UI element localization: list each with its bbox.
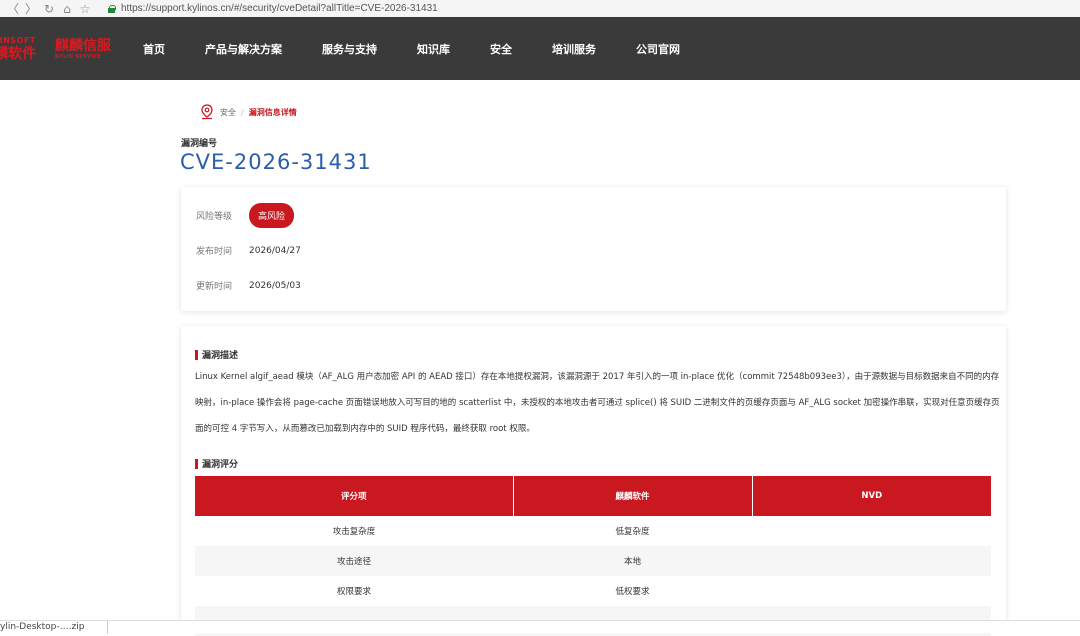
download-item[interactable]: ylin-Desktop-….zip	[0, 620, 108, 634]
table-cell: 攻击复杂度	[332, 527, 376, 537]
forward-icon[interactable]: 〉	[22, 0, 40, 17]
breadcrumb-current: 漏洞信息详情	[248, 107, 297, 117]
risk-level-label: 风险等级	[196, 212, 233, 222]
nav-item-knowledge[interactable]: 知识库	[417, 41, 450, 57]
lock-icon	[108, 4, 116, 13]
table-row: 权限要求 低权要求	[195, 576, 991, 606]
nav-item-official-site[interactable]: 公司官网	[636, 41, 680, 57]
score-table: 评分项 麒麟软件 NVD 攻击复杂度 低复杂度 攻击途径 本地 权限要求 低权要…	[195, 476, 991, 636]
breadcrumb-separator: /	[241, 107, 244, 117]
score-heading: 漏洞评分	[195, 457, 238, 470]
description-line: 映射，in-place 操作会将 page-cache 页面错误地放入可写目的地…	[195, 398, 1000, 408]
browser-toolbar: 〈 〉 ↻ ⌂ ☆ https://support.kylinos.cn/#/s…	[0, 0, 1080, 17]
table-cell	[752, 546, 991, 576]
home-icon[interactable]: ⌂	[58, 2, 76, 16]
logo-text: KYLIN SERVICE	[55, 54, 102, 60]
nav-item-home[interactable]: 首页	[143, 41, 165, 57]
table-cell: 本地	[513, 546, 752, 576]
updated-value: 2026/05/03	[249, 280, 301, 291]
updated-row: 更新时间 2026/05/03	[196, 279, 301, 293]
reload-icon[interactable]: ↻	[40, 2, 58, 16]
address-bar[interactable]: https://support.kylinos.cn/#/security/cv…	[121, 3, 438, 14]
logo-text: 麒麟信服	[55, 38, 111, 54]
site-header: LINSOFT 麟软件 麒麟信服 KYLIN SERVICE 首页 产品与解决方…	[0, 17, 1080, 80]
location-pin-icon	[201, 104, 213, 120]
updated-label: 更新时间	[196, 282, 233, 292]
cve-info-card: 风险等级 高风险 发布时间 2026/04/27 更新时间 2026/05/03	[181, 187, 1006, 311]
description-line: 面的可控 4 字节写入，从而篡改已加载到内存中的 SUID 程序代码，最终获取 …	[195, 424, 535, 434]
bookmark-star-icon[interactable]: ☆	[76, 2, 94, 16]
nav-item-services[interactable]: 服务与支持	[322, 41, 377, 57]
table-cell	[752, 576, 991, 606]
description-text: Linux Kernel algif_aead 模块（AF_ALG 用户态加密 …	[195, 364, 1000, 442]
kylin-service-logo[interactable]: 麒麟信服 KYLIN SERVICE	[55, 39, 111, 60]
kylin-software-logo[interactable]: LINSOFT 麟软件	[0, 36, 36, 62]
breadcrumb: 安全 / 漏洞信息详情	[200, 104, 297, 120]
description-title: 漏洞描述	[202, 351, 239, 361]
table-cell: 攻击途径	[195, 546, 513, 576]
table-cell	[752, 516, 991, 546]
published-label: 发布时间	[196, 247, 233, 257]
cve-number-label: 漏洞编号	[181, 139, 218, 149]
breadcrumb-security[interactable]: 安全	[220, 107, 236, 118]
table-cell: 低复杂度	[615, 527, 650, 537]
column-header: 评分项	[195, 476, 514, 516]
table-header-row: 评分项 麒麟软件 NVD	[195, 476, 991, 516]
page-title: CVE-2026-31431	[180, 150, 372, 174]
description-line: Linux Kernel algif_aead 模块（AF_ALG 用户态加密 …	[195, 372, 1000, 382]
risk-level-badge: 高风险	[249, 203, 295, 228]
table-cell: 权限要求	[336, 587, 371, 597]
published-row: 发布时间 2026/04/27	[196, 244, 301, 258]
table-row: 攻击复杂度 低复杂度	[195, 516, 991, 546]
nav-item-products[interactable]: 产品与解决方案	[205, 41, 282, 57]
published-value: 2026/04/27	[249, 245, 301, 256]
nav-item-security[interactable]: 安全	[490, 41, 512, 57]
logo-text: 麟软件	[0, 46, 36, 62]
table-row: 攻击途径 本地	[195, 546, 991, 576]
download-bar: ylin-Desktop-….zip	[0, 620, 1080, 634]
back-icon[interactable]: 〈	[4, 0, 22, 17]
nav-item-training[interactable]: 培训服务	[552, 41, 596, 57]
main-content: 安全 / 漏洞信息详情 漏洞编号 CVE-2026-31431 风险等级 高风险…	[0, 80, 1080, 636]
table-cell: 低权要求	[615, 587, 650, 597]
cve-detail-card: 漏洞描述 Linux Kernel algif_aead 模块（AF_ALG 用…	[181, 326, 1006, 636]
column-header: 麒麟软件	[513, 476, 753, 516]
main-nav: 首页 产品与解决方案 服务与支持 知识库 安全 培训服务 公司官网	[143, 17, 720, 80]
column-header: NVD	[752, 476, 991, 516]
heading-accent-bar	[195, 458, 198, 469]
score-title: 漏洞评分	[202, 460, 239, 470]
heading-accent-bar	[195, 349, 198, 360]
logo-text: LINSOFT	[0, 36, 36, 45]
description-heading: 漏洞描述	[195, 348, 238, 361]
risk-level-row: 风险等级 高风险	[196, 203, 295, 228]
